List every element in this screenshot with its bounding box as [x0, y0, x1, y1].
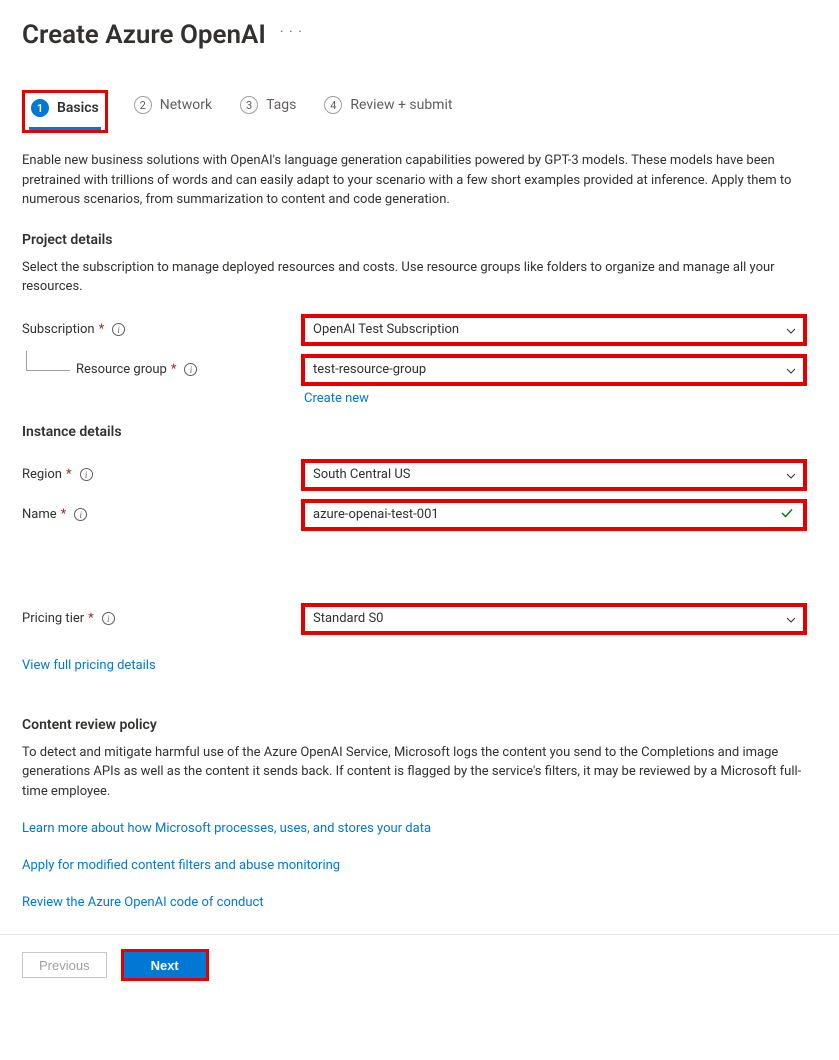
instance-details-heading: Instance details [22, 424, 817, 440]
previous-button[interactable]: Previous [22, 952, 107, 978]
tab-basics[interactable]: 1 Basics [29, 99, 101, 130]
required-indicator: * [99, 322, 105, 337]
pricing-tier-label: Pricing tier * i [22, 611, 304, 626]
chevron-down-icon [785, 325, 795, 335]
wizard-footer: Previous Next [0, 934, 839, 995]
tab-label: Review + submit [350, 97, 452, 113]
name-label: Name * i [22, 507, 304, 522]
step-number-icon: 1 [31, 99, 49, 117]
pricing-tier-select[interactable]: Standard S0 [304, 606, 804, 632]
info-icon[interactable]: i [102, 612, 115, 625]
chevron-down-icon [785, 365, 795, 375]
project-details-desc: Select the subscription to manage deploy… [22, 258, 817, 297]
info-icon[interactable]: i [184, 363, 197, 376]
chevron-down-icon [785, 470, 795, 480]
tab-label: Network [160, 97, 212, 113]
required-indicator: * [66, 467, 72, 482]
info-icon[interactable]: i [112, 323, 125, 336]
tab-label: Tags [266, 97, 296, 113]
step-number-icon: 2 [134, 96, 152, 114]
view-pricing-details-link[interactable]: View full pricing details [22, 658, 156, 673]
info-icon[interactable]: i [80, 468, 93, 481]
name-value: azure-openai-test-001 [313, 507, 439, 522]
create-new-link[interactable]: Create new [304, 391, 369, 406]
next-button[interactable]: Next [124, 952, 206, 978]
chevron-down-icon [785, 614, 795, 624]
required-indicator: * [171, 362, 177, 377]
validation-check-icon [779, 505, 795, 525]
apply-content-filters-link[interactable]: Apply for modified content filters and a… [22, 858, 817, 873]
learn-more-data-link[interactable]: Learn more about how Microsoft processes… [22, 821, 817, 836]
region-select[interactable]: South Central US [304, 462, 804, 488]
resource-group-value: test-resource-group [313, 362, 426, 377]
tab-network[interactable]: 2 Network [132, 96, 214, 127]
resource-group-label: Resource group * i [22, 362, 304, 377]
region-value: South Central US [313, 467, 410, 482]
intro-text: Enable new business solutions with OpenA… [22, 151, 817, 210]
tab-label: Basics [57, 100, 99, 116]
tab-tags[interactable]: 3 Tags [238, 96, 298, 127]
page-title: Create Azure OpenAI [22, 20, 266, 50]
content-review-policy-heading: Content review policy [22, 717, 817, 733]
step-number-icon: 4 [324, 96, 342, 114]
more-actions-icon[interactable]: · · · [280, 24, 303, 46]
step-number-icon: 3 [240, 96, 258, 114]
resource-group-select[interactable]: test-resource-group [304, 357, 804, 383]
required-indicator: * [61, 507, 67, 522]
code-of-conduct-link[interactable]: Review the Azure OpenAI code of conduct [22, 895, 817, 910]
info-icon[interactable]: i [74, 508, 87, 521]
region-label: Region * i [22, 467, 304, 482]
pricing-tier-value: Standard S0 [313, 611, 384, 626]
content-review-policy-desc: To detect and mitigate harmful use of th… [22, 743, 817, 802]
subscription-label: Subscription * i [22, 322, 304, 337]
subscription-select[interactable]: OpenAI Test Subscription [304, 317, 804, 343]
name-input[interactable]: azure-openai-test-001 [304, 502, 804, 528]
subscription-value: OpenAI Test Subscription [313, 322, 459, 337]
tab-review-submit[interactable]: 4 Review + submit [322, 96, 454, 127]
wizard-tabs: 1 Basics 2 Network 3 Tags 4 Review + sub… [22, 90, 817, 133]
required-indicator: * [88, 611, 94, 626]
project-details-heading: Project details [22, 232, 817, 248]
